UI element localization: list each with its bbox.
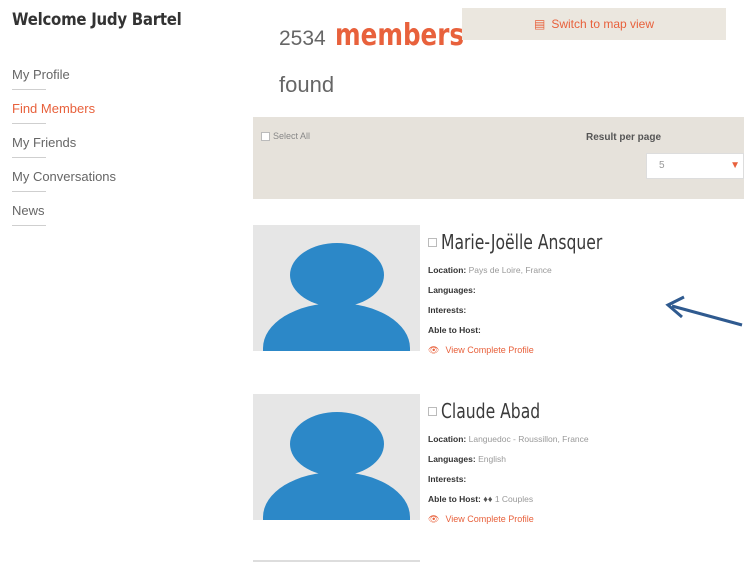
annotation-arrow-icon [665, 295, 743, 327]
